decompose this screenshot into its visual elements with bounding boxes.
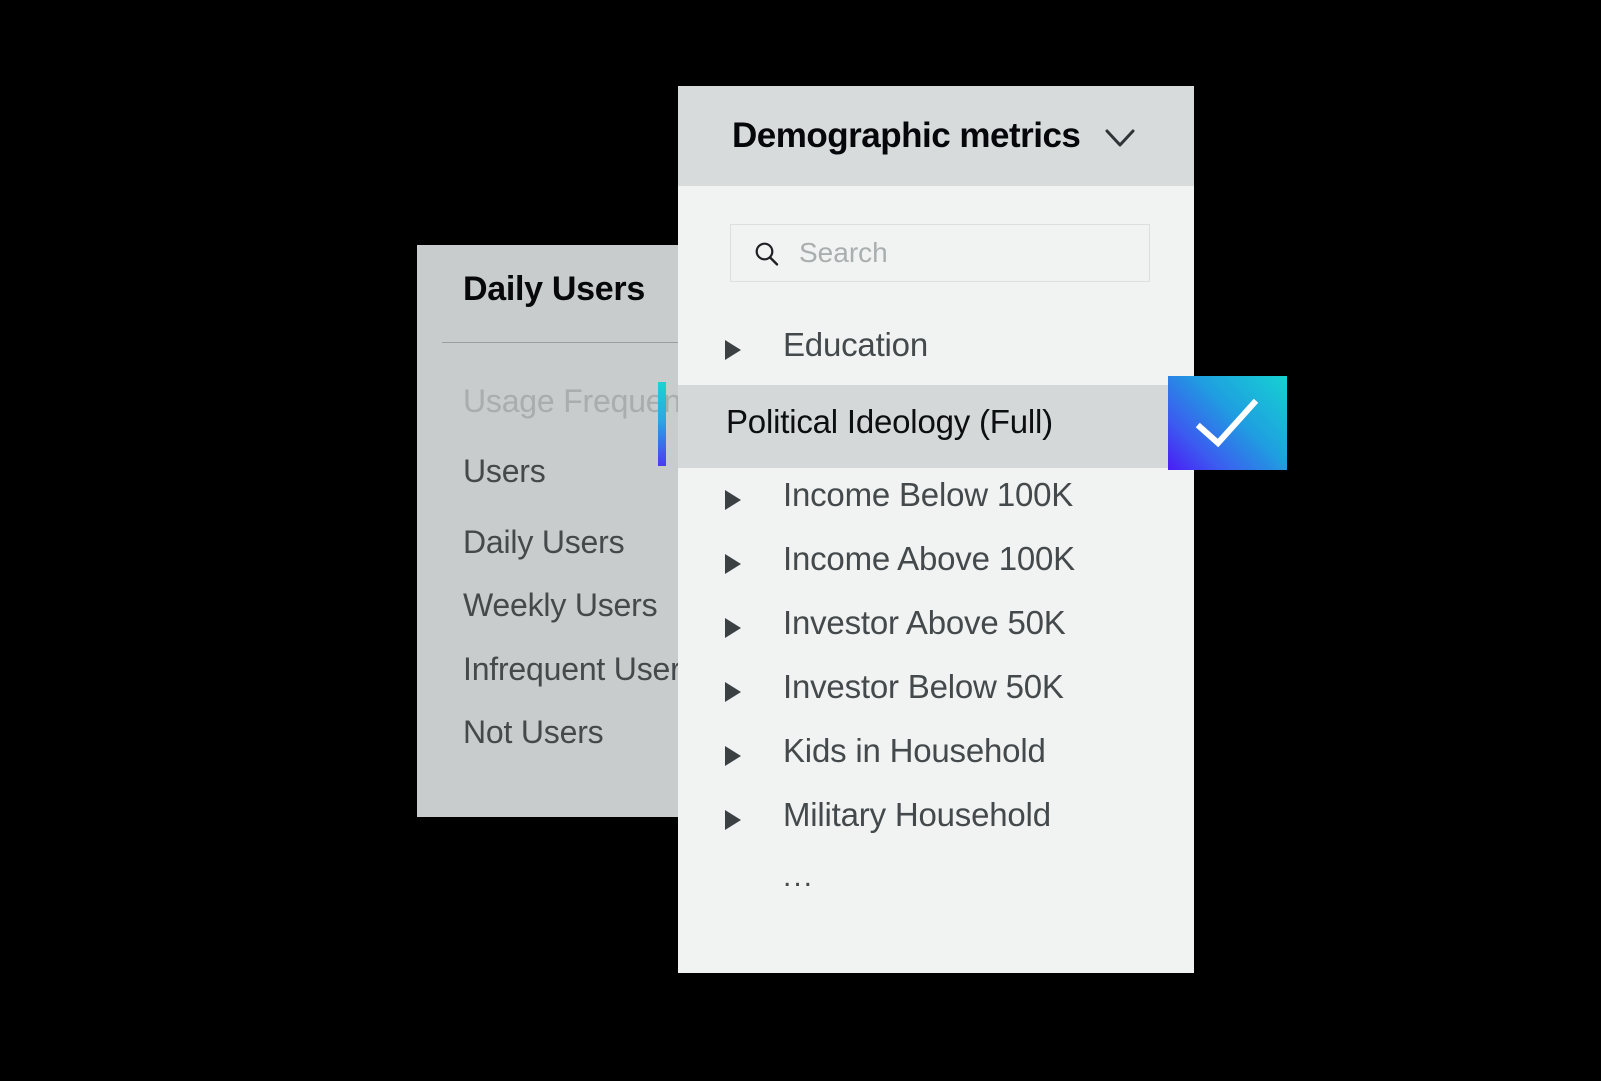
dropdown-option-kids-in-household[interactable]: Kids in Household: [678, 724, 1194, 788]
dropdown-option-investor-above-50k[interactable]: Investor Above 50K: [678, 596, 1194, 660]
list-item[interactable]: Weekly Users: [463, 587, 658, 624]
triangle-right-icon: [725, 746, 741, 766]
dropdown-option-label: Kids in Household: [783, 732, 1046, 769]
search-input[interactable]: [799, 225, 1139, 281]
dropdown-option-income-below-100k[interactable]: Income Below 100K: [678, 468, 1194, 532]
dropdown-option-investor-below-50k[interactable]: Investor Below 50K: [678, 660, 1194, 724]
dropdown-option-label: Education: [783, 326, 928, 363]
triangle-right-icon: [725, 340, 741, 360]
accent-bar: [658, 382, 666, 466]
check-icon: [1195, 398, 1259, 450]
chevron-down-icon[interactable]: [1104, 126, 1136, 152]
dropdown-option-label: Income Above 100K: [783, 540, 1075, 577]
dropdown-title: Demographic metrics: [732, 116, 1081, 155]
list-item[interactable]: Not Users: [463, 714, 604, 751]
list-item[interactable]: Infrequent Users: [463, 651, 697, 688]
triangle-right-icon: [725, 810, 741, 830]
search-box[interactable]: [730, 224, 1150, 282]
dropdown-option-label: Investor Above 50K: [783, 604, 1066, 641]
dropdown-option-military-household[interactable]: Military Household: [678, 788, 1194, 852]
dropdown-option-label: Investor Below 50K: [783, 668, 1064, 705]
dropdown-option-label: ...: [783, 860, 815, 893]
triangle-right-icon: [725, 618, 741, 638]
dropdown-option-label: Military Household: [783, 796, 1051, 833]
dropdown-option-education[interactable]: Education: [678, 318, 1194, 382]
confirm-selection-button[interactable]: [1168, 376, 1287, 470]
dropdown-option-political-ideology-full[interactable]: Political Ideology (Full): [678, 385, 1194, 468]
triangle-right-icon: [725, 490, 741, 510]
dropdown-option-label: Income Below 100K: [783, 476, 1074, 513]
dropdown-option-label: Political Ideology (Full): [726, 403, 1053, 440]
dropdown-option-income-above-100k[interactable]: Income Above 100K: [678, 532, 1194, 596]
dropdown-option-more[interactable]: ...: [678, 852, 1194, 916]
list-item[interactable]: Daily Users: [463, 524, 625, 561]
list-item[interactable]: Users: [463, 453, 546, 490]
search-icon: [754, 241, 780, 267]
list-item[interactable]: Usage Frequency: [463, 383, 713, 420]
triangle-right-icon: [725, 682, 741, 702]
dropdown-panel: Demographic metrics Education Political …: [678, 86, 1194, 973]
triangle-right-icon: [725, 554, 741, 574]
page-title: Daily Users: [463, 270, 645, 308]
